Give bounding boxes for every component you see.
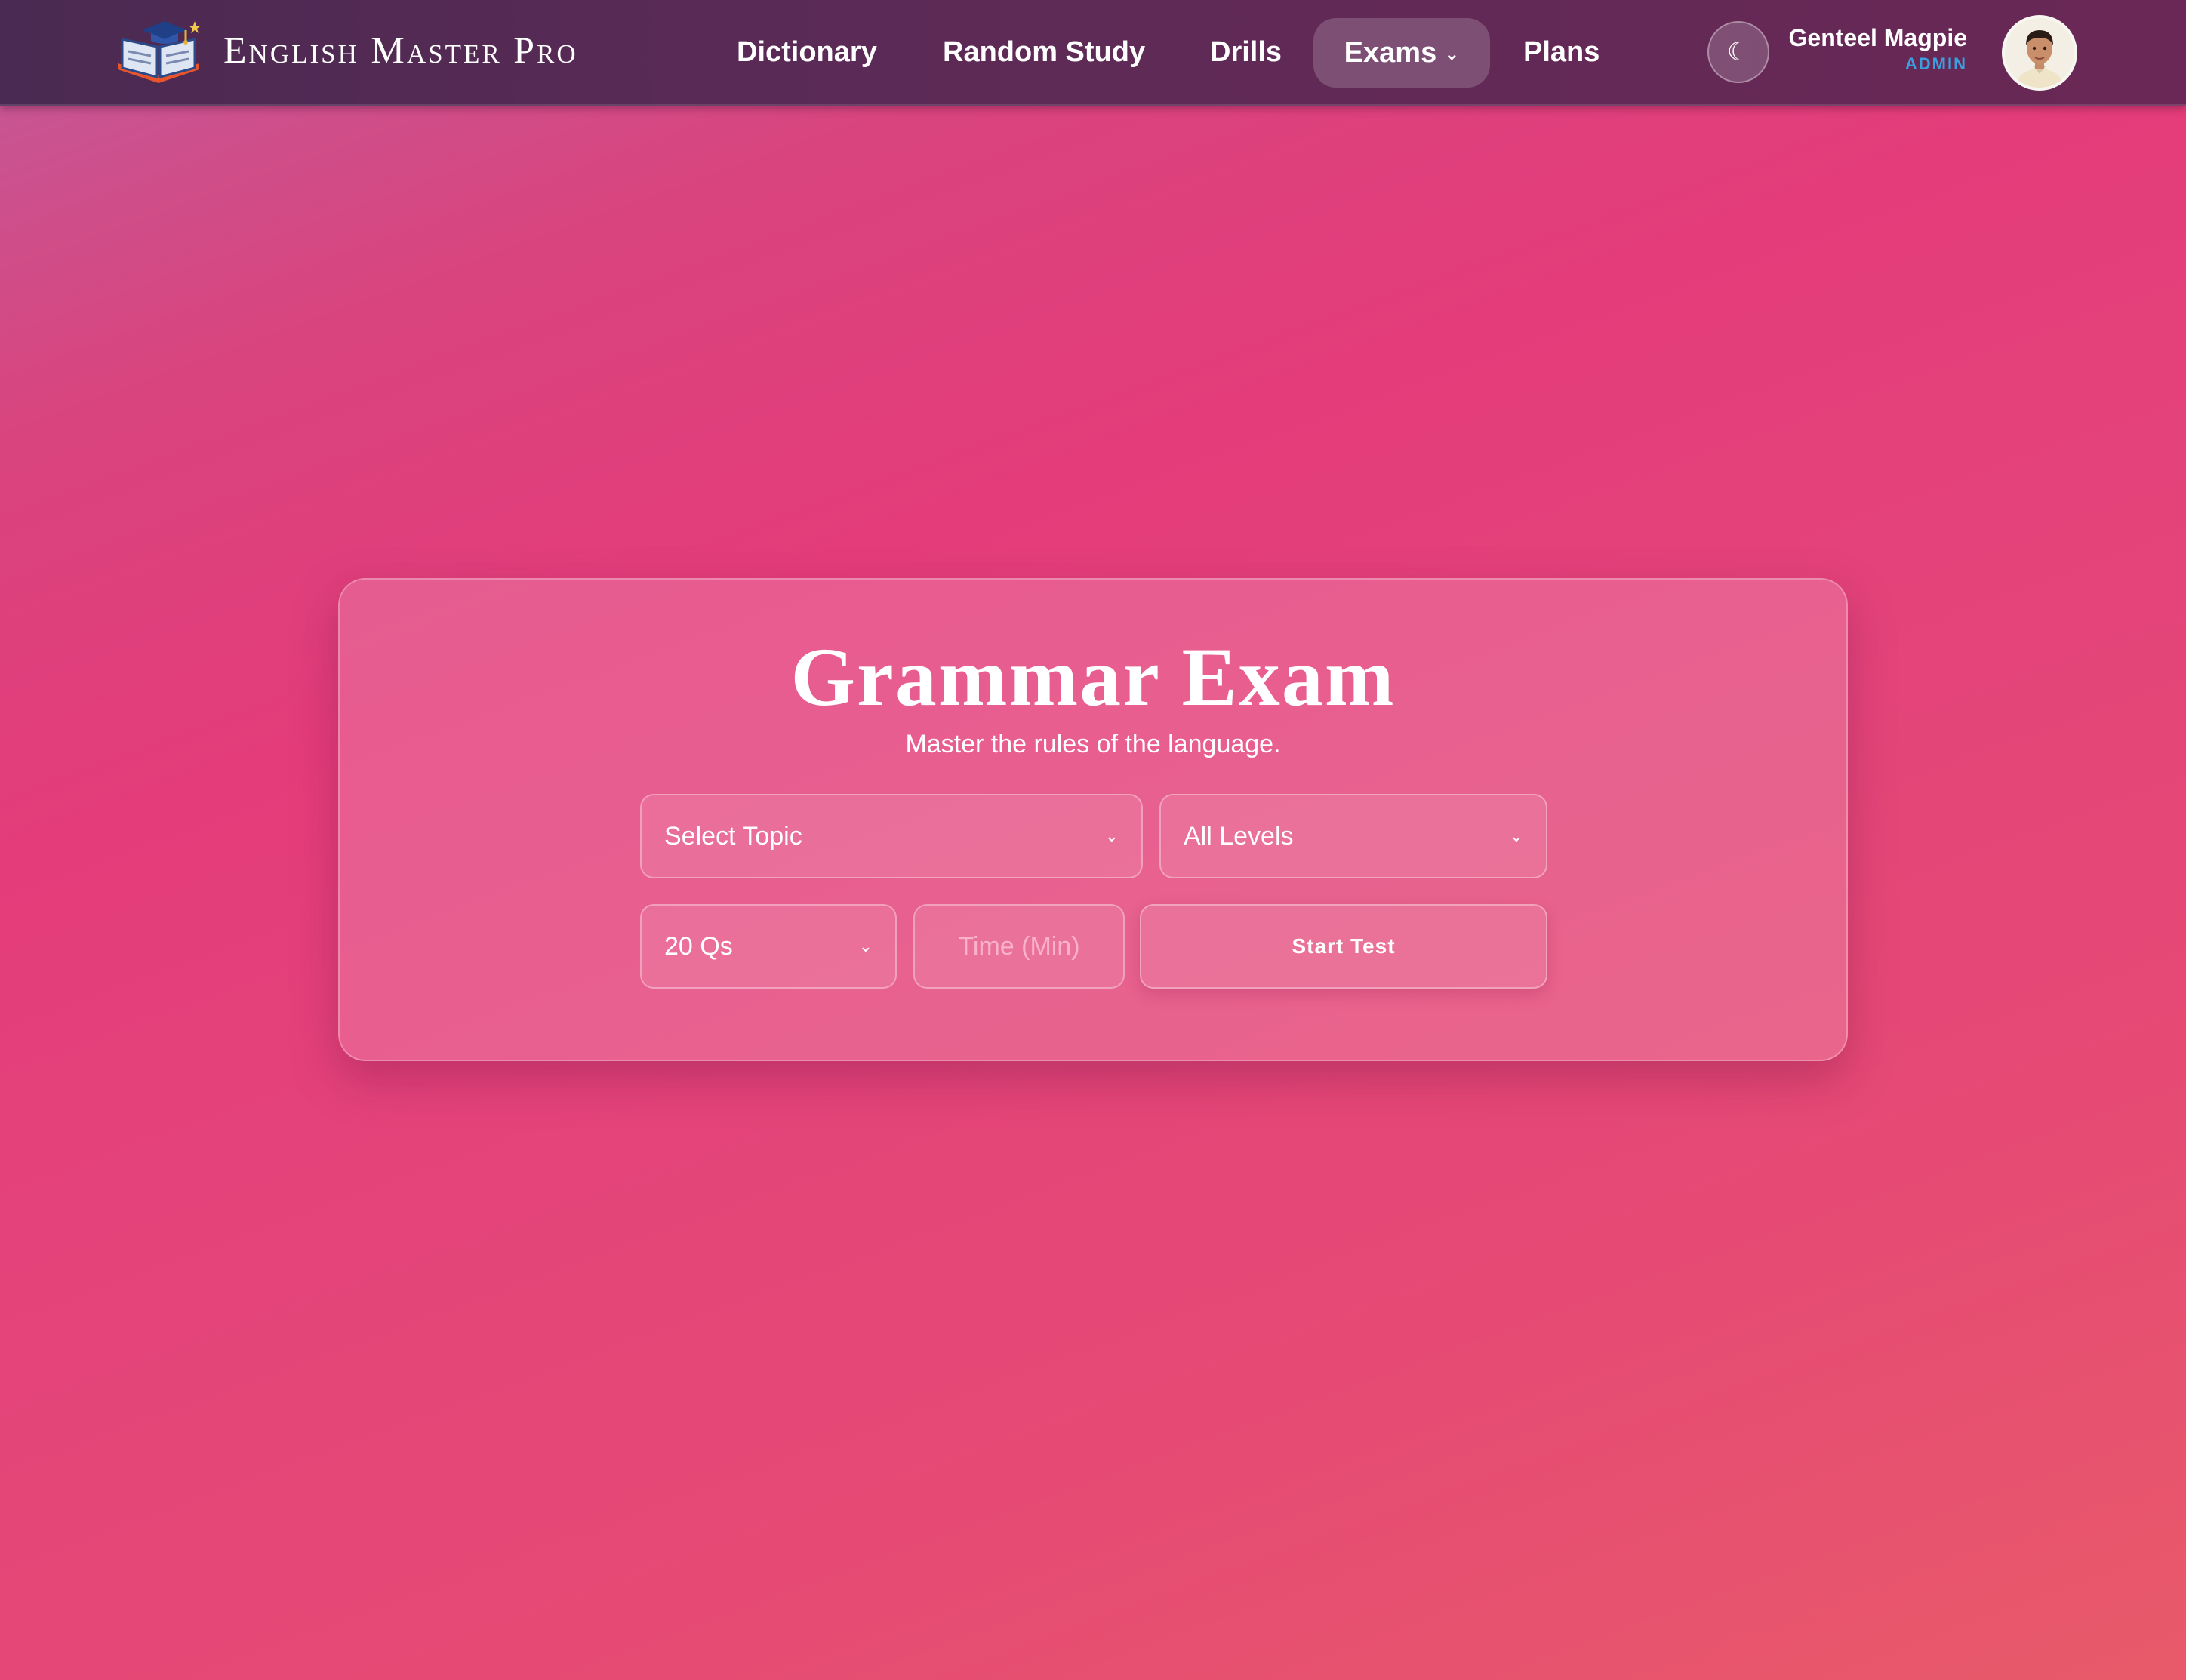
exam-setup-card: Grammar Exam Master the rules of the lan… — [338, 578, 1848, 1061]
user-name: Genteel Magpie — [1788, 24, 1968, 51]
level-select[interactable]: All Levels ⌄ — [1159, 794, 1547, 878]
nav-random-study[interactable]: Random Study — [943, 26, 1145, 78]
time-limit-field[interactable] — [913, 904, 1125, 989]
chevron-down-icon: ⌄ — [1444, 43, 1460, 64]
chevron-down-icon: ⌄ — [1104, 826, 1119, 845]
top-navigation-bar: English Master Pro Dictionary Random Stu… — [0, 0, 2186, 106]
topic-select[interactable]: Select Topic ⌄ — [640, 794, 1143, 878]
nav-plans[interactable]: Plans — [1523, 26, 1599, 78]
page-subtitle: Master the rules of the language. — [905, 730, 1281, 758]
book-graduation-cap-icon[interactable] — [112, 17, 205, 88]
start-test-button[interactable]: Start Test — [1140, 904, 1547, 989]
level-select-value: All Levels — [1184, 822, 1294, 851]
theme-toggle-button[interactable]: ☾ — [1707, 21, 1769, 83]
avatar[interactable] — [2002, 15, 2077, 91]
user-role-badge: ADMIN — [1904, 54, 1967, 73]
brand-name[interactable]: English Master Pro — [223, 26, 578, 74]
question-count-select[interactable]: 20 Qs ⌄ — [640, 904, 897, 989]
moon-icon: ☾ — [1726, 38, 1750, 66]
topic-select-value: Select Topic — [664, 822, 802, 851]
nav-exams-dropdown[interactable]: Exams ⌄ — [1313, 18, 1490, 88]
time-limit-input[interactable] — [915, 906, 1123, 988]
question-count-value: 20 Qs — [664, 932, 733, 961]
nav-drills[interactable]: Drills — [1210, 26, 1282, 78]
chevron-down-icon: ⌄ — [1509, 826, 1523, 845]
page-title: Grammar Exam — [790, 631, 1396, 723]
chevron-down-icon: ⌄ — [858, 937, 873, 955]
nav-exams-label: Exams — [1344, 37, 1437, 69]
nav-dictionary[interactable]: Dictionary — [737, 26, 877, 78]
